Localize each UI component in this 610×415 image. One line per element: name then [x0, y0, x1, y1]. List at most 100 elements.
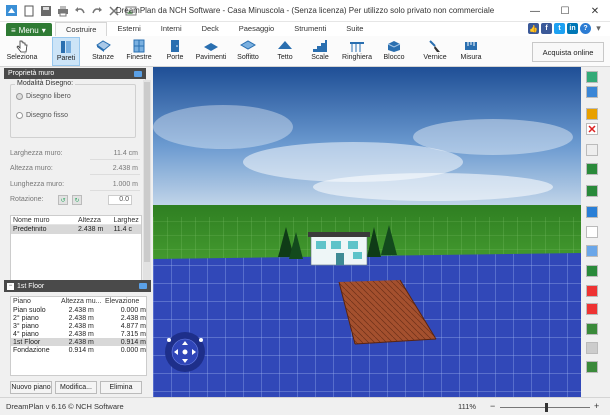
tab-paesaggio[interactable]: Paesaggio [229, 22, 284, 36]
floors-button[interactable]: Pavimenti [194, 37, 228, 66]
floor-table: Piano Altezza mu... Elevazione Pian suol… [10, 296, 147, 376]
block-button[interactable]: Blocco [382, 37, 406, 66]
tab-strumenti[interactable]: Strumenti [284, 22, 336, 36]
close-button[interactable]: ✕ [580, 0, 610, 22]
delete-floor-button[interactable]: Elimina [100, 381, 142, 394]
tab-suite[interactable]: Suite [336, 22, 373, 36]
print-view-icon[interactable] [586, 342, 598, 354]
zoom-in-icon[interactable] [586, 303, 598, 315]
stairs-icon [312, 39, 328, 53]
stairs-label: Scale [311, 54, 329, 61]
maximize-button[interactable]: ☐ [550, 0, 580, 22]
table-cell: 2.438 m [68, 314, 94, 322]
collapse-icon[interactable]: − [7, 282, 14, 290]
edit-floor-button[interactable]: Modifica... [55, 381, 97, 394]
chevron-down-icon[interactable]: ▾ [593, 23, 604, 34]
menu-bar: ≡ Menu ▾ Costruire Esterni Interni Deck … [0, 22, 610, 37]
tab-costruire[interactable]: Costruire [55, 22, 108, 36]
wall-height-field[interactable]: 2.438 m [90, 165, 140, 175]
blank-tool-icon[interactable] [586, 144, 598, 156]
table-row[interactable]: 2° piano 2.438 m 2.438 m [11, 314, 146, 322]
navigation-control[interactable] [165, 332, 205, 372]
wall-length-field[interactable]: 1.000 m [90, 181, 140, 191]
view-mode-icon[interactable] [586, 86, 598, 98]
window-icon [131, 39, 147, 53]
column-header[interactable]: Altezza mu... [61, 298, 105, 305]
twitter-icon[interactable]: t [554, 23, 565, 34]
table-cell: 0.000 m [120, 346, 146, 354]
minimize-button[interactable]: — [520, 0, 550, 22]
ceiling-button[interactable]: Soffitto [234, 37, 262, 66]
select-button[interactable]: Seleziona [4, 37, 40, 66]
zoom-minus-button[interactable]: − [490, 401, 495, 411]
pin-icon[interactable] [139, 283, 147, 289]
zoom-plus-button[interactable]: + [594, 401, 599, 411]
radio-fixed-draw[interactable]: Disegno fisso [16, 112, 68, 119]
column-header[interactable]: Piano [11, 298, 61, 305]
like-icon[interactable]: 👍 [528, 23, 539, 34]
buy-online-button[interactable]: Acquista online [532, 42, 604, 62]
floor-up-icon[interactable] [586, 245, 598, 257]
settings-icon[interactable] [586, 108, 598, 120]
column-header[interactable]: Larghez [113, 217, 141, 224]
tab-interni[interactable]: Interni [151, 22, 192, 36]
layers-icon[interactable] [586, 226, 598, 238]
grass-icon[interactable] [586, 185, 598, 197]
radio-free-draw[interactable]: Disegno libero [16, 93, 71, 100]
fit-view-icon[interactable] [586, 323, 598, 335]
texture-icon[interactable] [586, 163, 598, 175]
screenshot-icon[interactable] [586, 361, 598, 373]
window-controls: — ☐ ✕ [520, 0, 610, 22]
table-cell: 2.438 m [68, 338, 94, 346]
roof-button[interactable]: Tetto [274, 37, 296, 66]
rooms-icon [95, 39, 111, 53]
scrollbar-thumb[interactable] [144, 82, 150, 262]
zoom-out-icon[interactable] [586, 285, 598, 297]
column-header[interactable]: Nome muro [11, 217, 78, 224]
table-row[interactable]: Predefinito 2.438 m 11.4 c [11, 225, 141, 234]
zoom-slider-thumb[interactable] [545, 403, 548, 412]
table-cell: 1st Floor [13, 338, 41, 346]
rotate-right-icon[interactable]: ↻ [72, 195, 82, 205]
3d-scene[interactable] [153, 67, 581, 397]
facebook-icon[interactable]: f [541, 23, 552, 34]
rotate-left-icon[interactable]: ↺ [58, 195, 68, 205]
table-row-selected[interactable]: 1st Floor 2.438 m 0.914 m [11, 338, 146, 346]
help-icon[interactable]: ? [580, 23, 591, 34]
paint-button[interactable]: Vernice [422, 37, 448, 66]
table-row[interactable]: 3° piano 2.438 m 4.877 m [11, 322, 146, 330]
table-row[interactable]: 4° piano 2.438 m 7.315 m [11, 330, 146, 338]
main-menu-button[interactable]: ≡ Menu ▾ [6, 23, 52, 37]
rooms-button[interactable]: Stanze [90, 37, 116, 66]
measure-button[interactable]: Misura [458, 37, 484, 66]
close-icon[interactable] [586, 123, 598, 135]
floor-panel-header: − 1st Floor [4, 280, 151, 292]
wall-width-field[interactable]: 11.4 cm [90, 150, 140, 160]
terrain-icon[interactable] [586, 265, 598, 277]
3d-viewport[interactable] [153, 67, 581, 397]
railing-button[interactable]: Ringhiera [342, 37, 372, 66]
table-row[interactable]: Fondazione 0.914 m 0.000 m [11, 346, 146, 354]
linkedin-icon[interactable]: in [567, 23, 578, 34]
column-header[interactable]: Elevazione [105, 298, 145, 305]
wall-length-label: Lunghezza muro: [10, 181, 65, 188]
tab-esterni[interactable]: Esterni [107, 22, 150, 36]
cursor-hand-icon [14, 39, 30, 53]
tiny-house [308, 232, 370, 266]
rotation-input[interactable]: 0.0 [108, 195, 132, 205]
properties-scrollbar[interactable] [143, 80, 151, 280]
new-floor-button[interactable]: Nuovo piano [10, 381, 52, 394]
wall-width-row: Larghezza muro: 11.4 cm [10, 150, 140, 160]
doors-button[interactable]: Porte [164, 37, 186, 66]
doors-label: Porte [166, 54, 184, 61]
walls-button[interactable]: Pareti [52, 37, 80, 66]
table-row[interactable]: Pian suolo 2.438 m 0.000 m [11, 306, 146, 314]
ribbon-toolbar: Seleziona Pareti Stanze Finestre Porte P… [0, 36, 610, 67]
windows-button[interactable]: Finestre [124, 37, 154, 66]
stairs-button[interactable]: Scale [308, 37, 332, 66]
pin-icon[interactable] [134, 70, 142, 77]
sky-icon[interactable] [586, 206, 598, 218]
export-view-icon[interactable] [586, 71, 598, 83]
tab-deck[interactable]: Deck [192, 22, 229, 36]
column-header[interactable]: Altezza [78, 217, 113, 224]
